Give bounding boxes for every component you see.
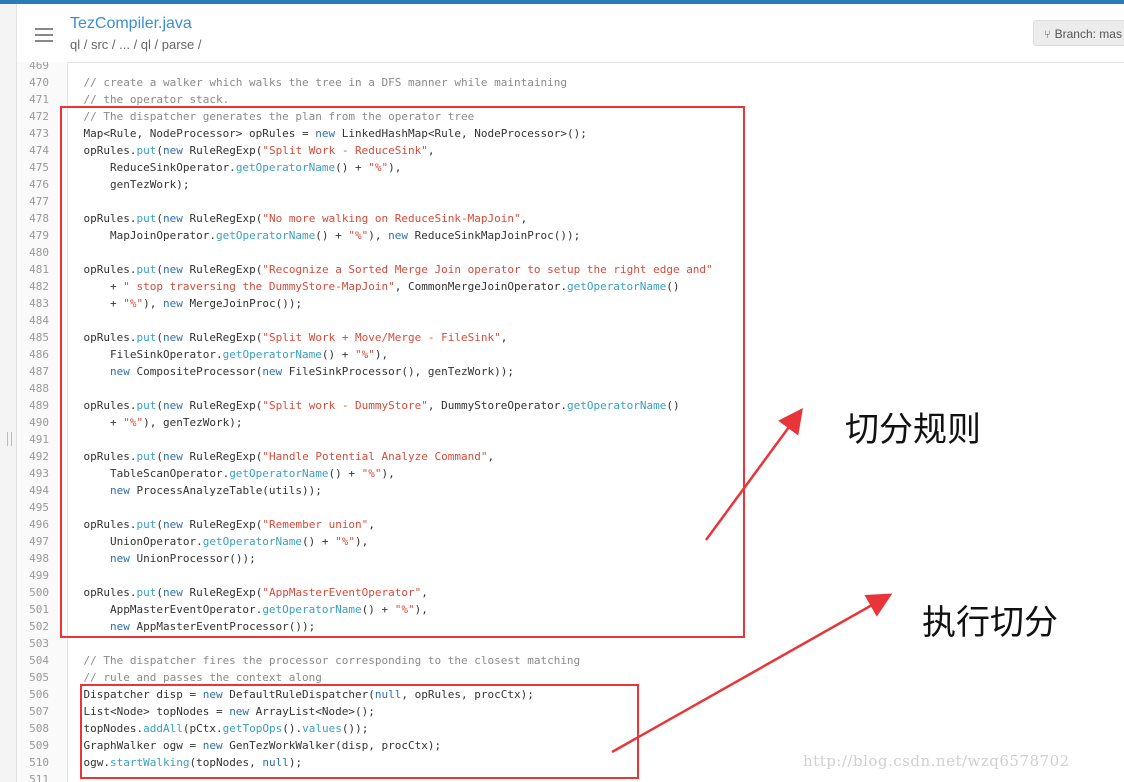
annotation-arrows (611, 407, 893, 754)
watermark: http://blog.csdn.net/wzq6578702 (803, 752, 1070, 770)
rules-arrow (704, 407, 803, 541)
execute-annotation-label: 执行切分 (922, 603, 1058, 643)
execute-arrow (611, 593, 893, 754)
rules-annotation-label: 切分规则 (845, 410, 981, 450)
